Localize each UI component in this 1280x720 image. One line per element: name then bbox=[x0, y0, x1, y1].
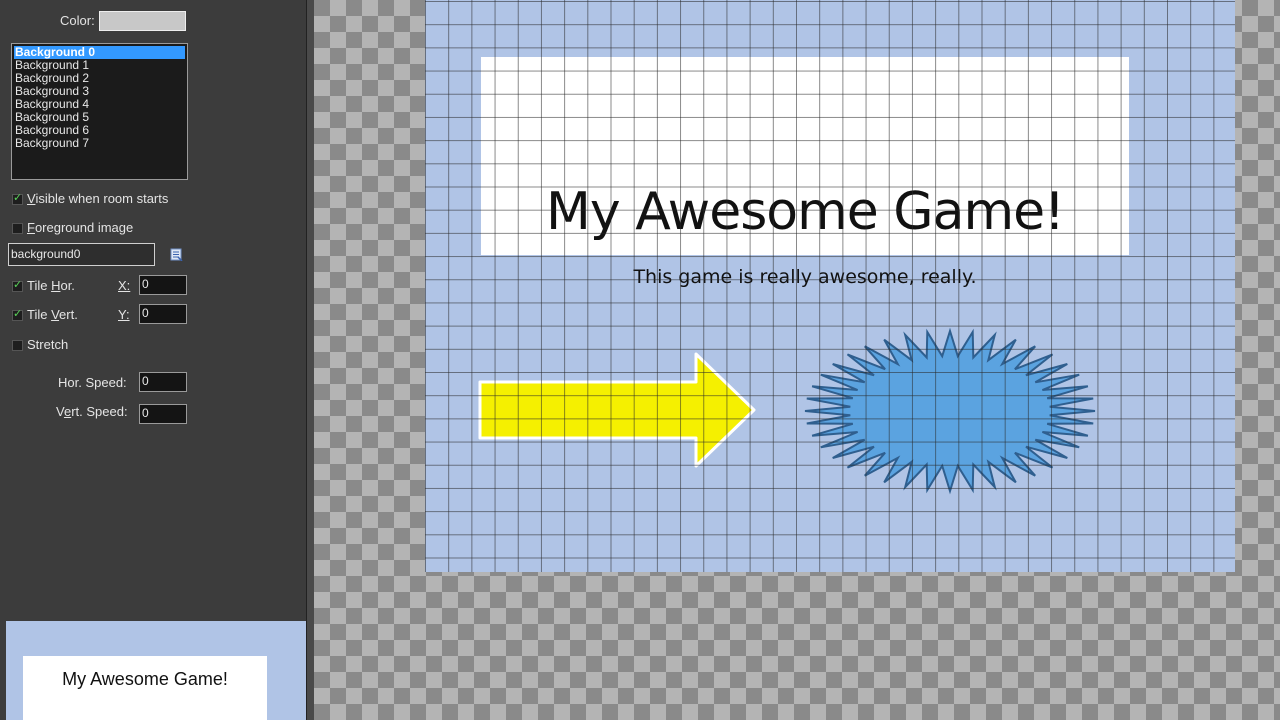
panel-splitter[interactable] bbox=[306, 0, 314, 720]
room-canvas[interactable]: My Awesome Game! This game is really awe… bbox=[314, 0, 1280, 720]
arrow-shape bbox=[478, 352, 756, 468]
background-name-field[interactable]: background0 bbox=[8, 243, 155, 266]
x-offset-field[interactable]: 0 bbox=[139, 275, 187, 295]
tile-hor-checkbox[interactable] bbox=[12, 278, 23, 292]
color-label: Color: bbox=[60, 13, 95, 28]
starburst-polygon bbox=[804, 327, 1096, 495]
tile-vert-label: Tile Vert. bbox=[27, 307, 78, 322]
background-preview: My Awesome Game! bbox=[6, 621, 306, 720]
background-properties-panel: Color: Background 0 Background 1 Backgro… bbox=[0, 0, 306, 720]
visible-checkbox[interactable] bbox=[12, 191, 23, 205]
x-label: X: bbox=[118, 278, 131, 293]
list-item[interactable]: Background 7 bbox=[14, 137, 185, 150]
visible-label: Visible when room starts bbox=[27, 191, 169, 206]
color-swatch[interactable] bbox=[99, 11, 186, 31]
stretch-checkbox[interactable] bbox=[12, 340, 23, 351]
preview-title-box: My Awesome Game! bbox=[23, 656, 267, 720]
room-area[interactable]: My Awesome Game! This game is really awe… bbox=[425, 0, 1235, 572]
browse-icon[interactable] bbox=[170, 248, 183, 261]
hor-speed-field[interactable]: 0 bbox=[139, 372, 187, 392]
vert-speed-label: Vert. Speed: bbox=[56, 404, 128, 419]
foreground-label: Foreground image bbox=[27, 220, 134, 235]
vert-speed-field[interactable]: 0 bbox=[139, 404, 187, 424]
foreground-checkbox[interactable] bbox=[12, 223, 23, 234]
hor-speed-label: Hor. Speed: bbox=[58, 375, 127, 390]
game-subtitle: This game is really awesome, really. bbox=[633, 266, 977, 288]
tile-vert-checkbox[interactable] bbox=[12, 307, 23, 321]
y-offset-field[interactable]: 0 bbox=[139, 304, 187, 324]
game-title: My Awesome Game! bbox=[546, 182, 1065, 242]
preview-title: My Awesome Game! bbox=[62, 669, 228, 689]
tile-hor-label: Tile Hor. bbox=[27, 278, 75, 293]
stretch-label: Stretch bbox=[27, 337, 69, 352]
background-list[interactable]: Background 0 Background 1 Background 2 B… bbox=[11, 43, 188, 180]
y-label: Y: bbox=[118, 307, 130, 322]
starburst-shape bbox=[804, 327, 1096, 495]
